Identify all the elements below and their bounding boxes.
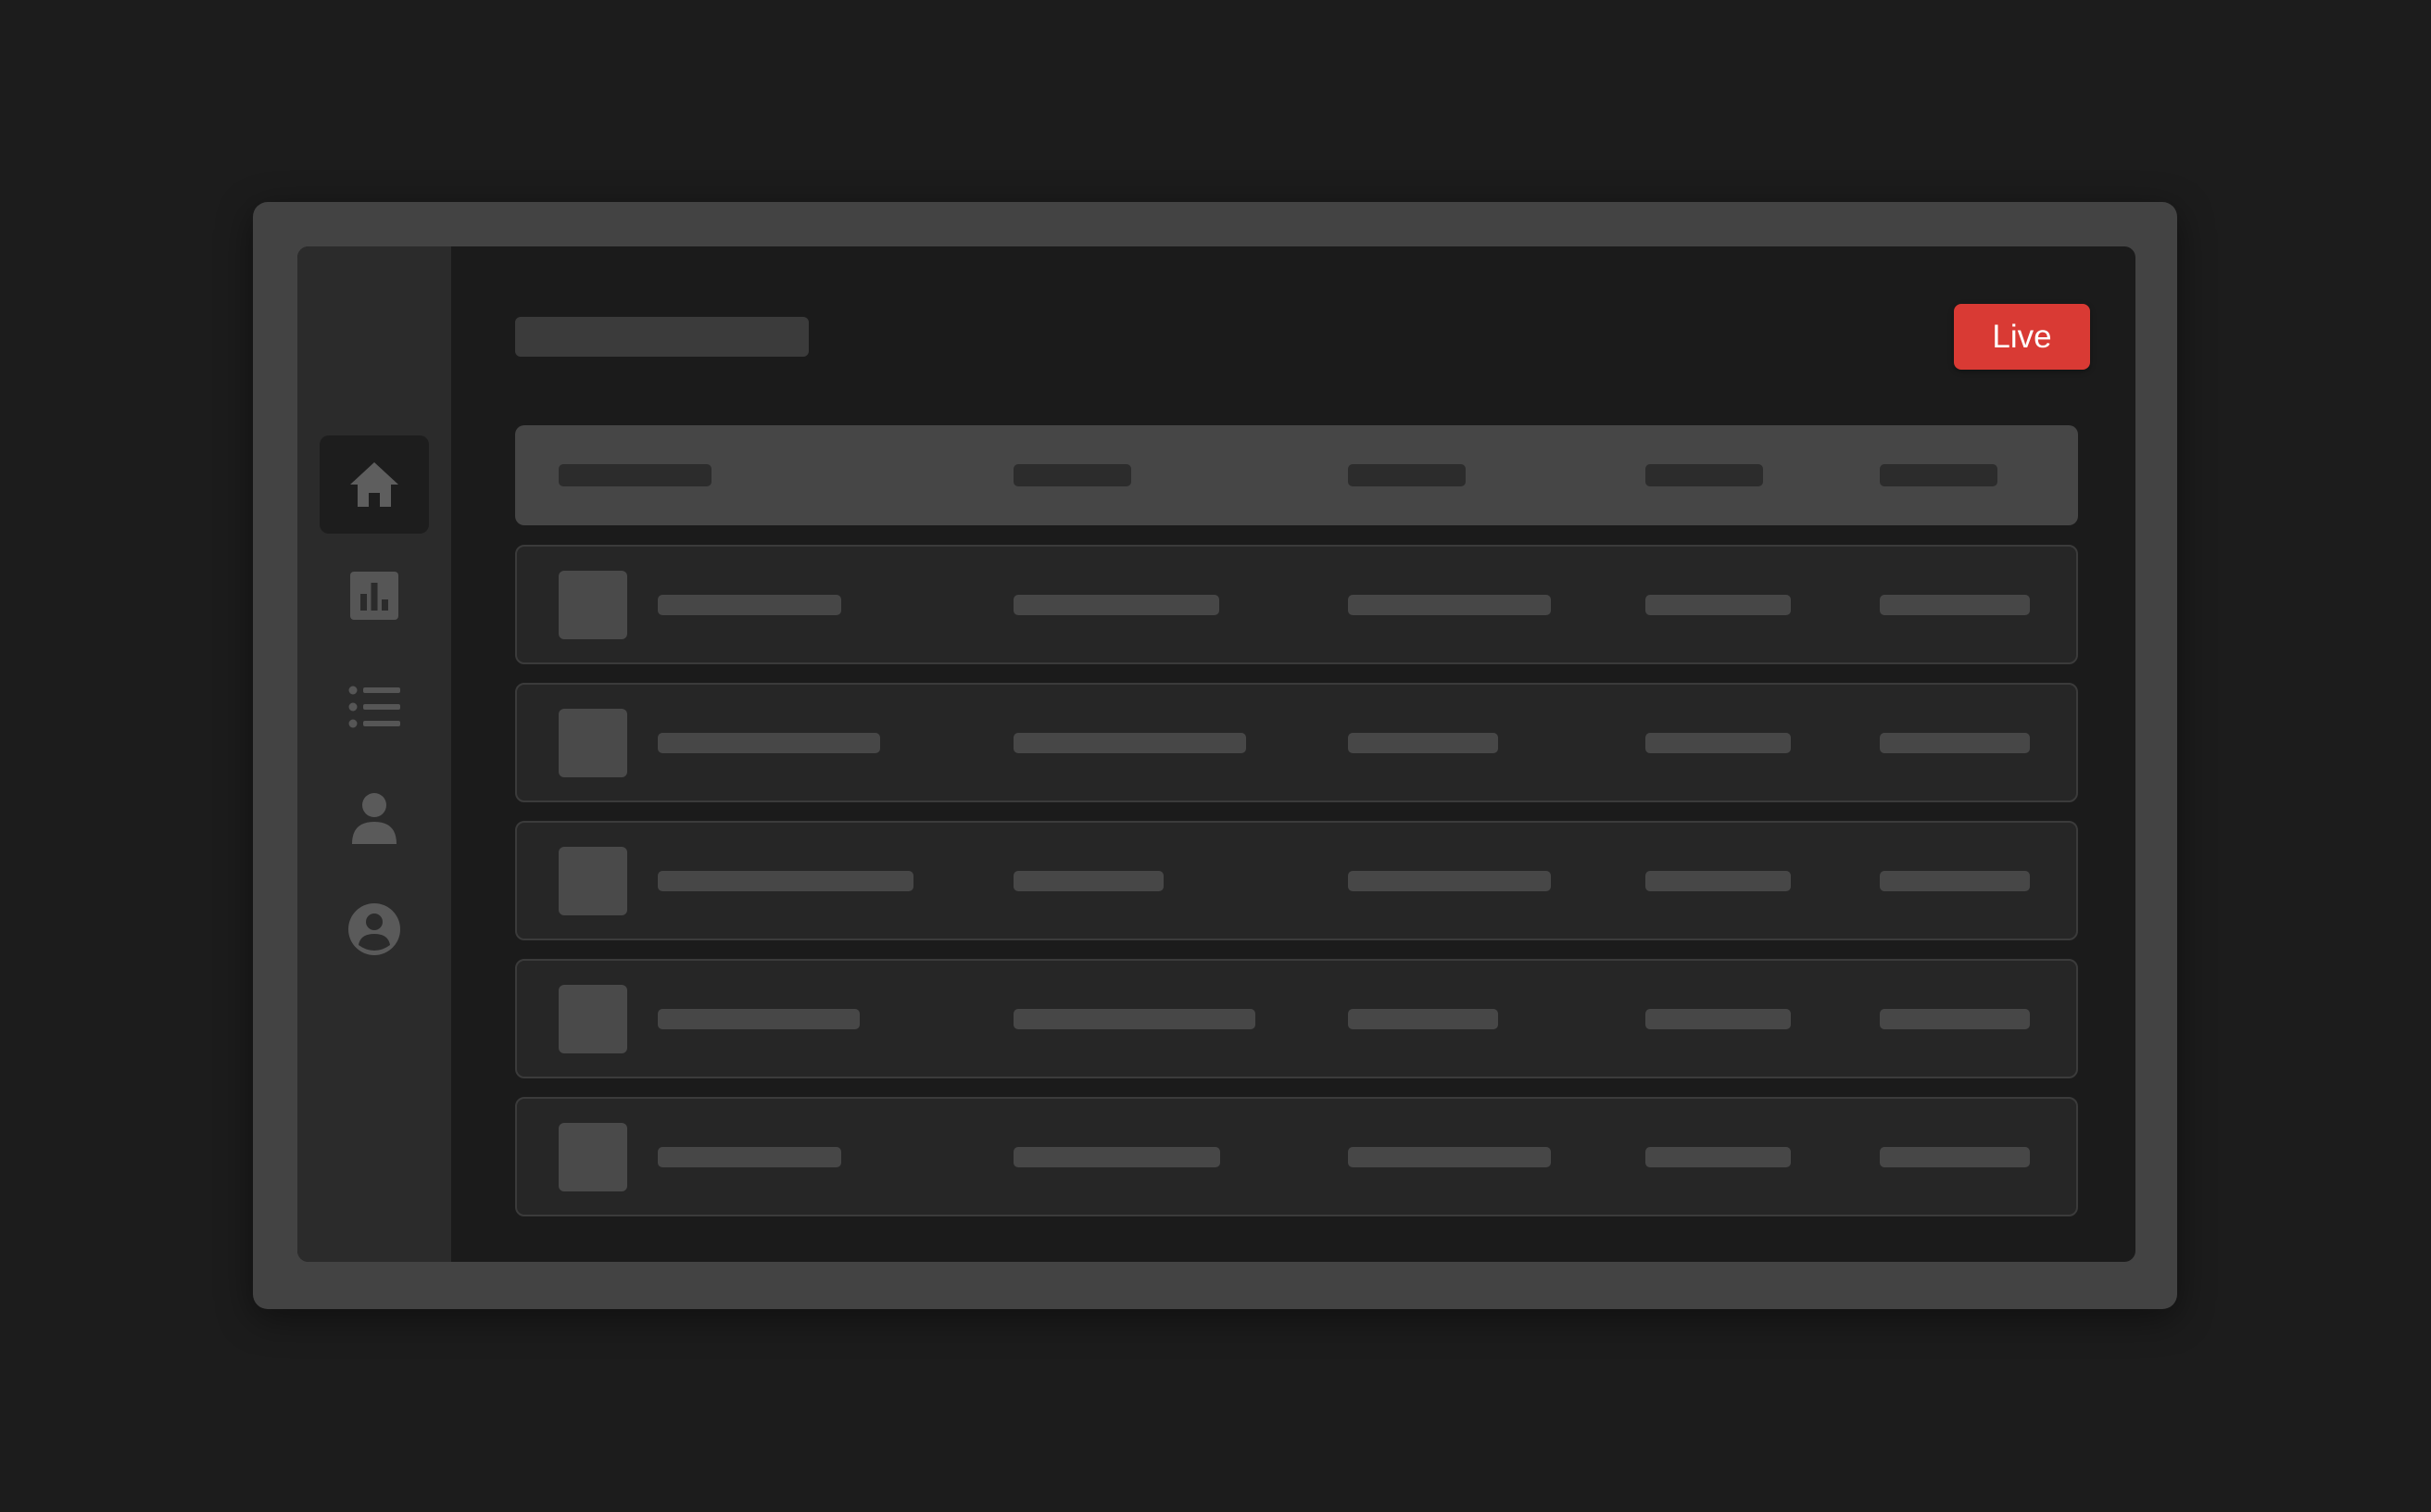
- cell-placeholder: [1348, 595, 1551, 615]
- cell-placeholder: [1348, 733, 1498, 753]
- cell-placeholder: [658, 733, 880, 753]
- live-button[interactable]: Live: [1954, 304, 2090, 370]
- row-thumbnail: [559, 709, 627, 777]
- row-thumbnail: [559, 571, 627, 639]
- row-thumbnail: [559, 847, 627, 915]
- cell-placeholder: [1645, 871, 1791, 891]
- cell-placeholder: [1880, 733, 2030, 753]
- cell-placeholder: [1880, 595, 2030, 615]
- cell-placeholder: [1348, 1009, 1498, 1029]
- column-header-placeholder: [1014, 464, 1131, 486]
- cell-placeholder: [1348, 1147, 1551, 1167]
- account-circle-icon: [348, 903, 400, 955]
- list-icon: [348, 686, 400, 728]
- cell-placeholder: [1014, 1009, 1255, 1029]
- main-content: Live: [451, 246, 2135, 1262]
- cell-placeholder: [1645, 1009, 1791, 1029]
- cell-placeholder: [1645, 1147, 1791, 1167]
- cell-placeholder: [1014, 733, 1246, 753]
- row-thumbnail: [559, 985, 627, 1053]
- column-header-placeholder: [1645, 464, 1763, 486]
- column-header-placeholder: [1348, 464, 1466, 486]
- cell-placeholder: [1645, 595, 1791, 615]
- cell-placeholder: [658, 1009, 860, 1029]
- column-header-placeholder: [559, 464, 712, 486]
- sidebar: [297, 246, 451, 1262]
- monitor-bezel: Live: [253, 202, 2177, 1309]
- cell-placeholder: [1880, 871, 2030, 891]
- bar-chart-icon: [350, 572, 398, 620]
- cell-placeholder: [1014, 1147, 1220, 1167]
- cell-placeholder: [1014, 595, 1219, 615]
- app-screen: Live: [297, 246, 2135, 1262]
- page-title-placeholder: [515, 317, 809, 357]
- table-row[interactable]: [515, 821, 2078, 940]
- table-row[interactable]: [515, 1097, 2078, 1216]
- cell-placeholder: [658, 595, 841, 615]
- table-header: [515, 425, 2078, 525]
- column-header-placeholder: [1880, 464, 1997, 486]
- table-row[interactable]: [515, 683, 2078, 802]
- sidebar-item-list[interactable]: [320, 658, 429, 756]
- table-row[interactable]: [515, 959, 2078, 1078]
- row-thumbnail: [559, 1123, 627, 1191]
- sidebar-item-home[interactable]: [320, 435, 429, 534]
- table-row[interactable]: [515, 545, 2078, 664]
- scene: Live: [0, 0, 2431, 1512]
- cell-placeholder: [1348, 871, 1551, 891]
- sidebar-item-account[interactable]: [320, 880, 429, 978]
- cell-placeholder: [658, 871, 913, 891]
- sidebar-item-user[interactable]: [320, 769, 429, 867]
- home-icon: [350, 462, 398, 507]
- cell-placeholder: [1645, 733, 1791, 753]
- sidebar-item-analytics[interactable]: [320, 547, 429, 645]
- cell-placeholder: [1014, 871, 1164, 891]
- cell-placeholder: [658, 1147, 841, 1167]
- cell-placeholder: [1880, 1147, 2030, 1167]
- cell-placeholder: [1880, 1009, 2030, 1029]
- user-icon: [352, 793, 397, 844]
